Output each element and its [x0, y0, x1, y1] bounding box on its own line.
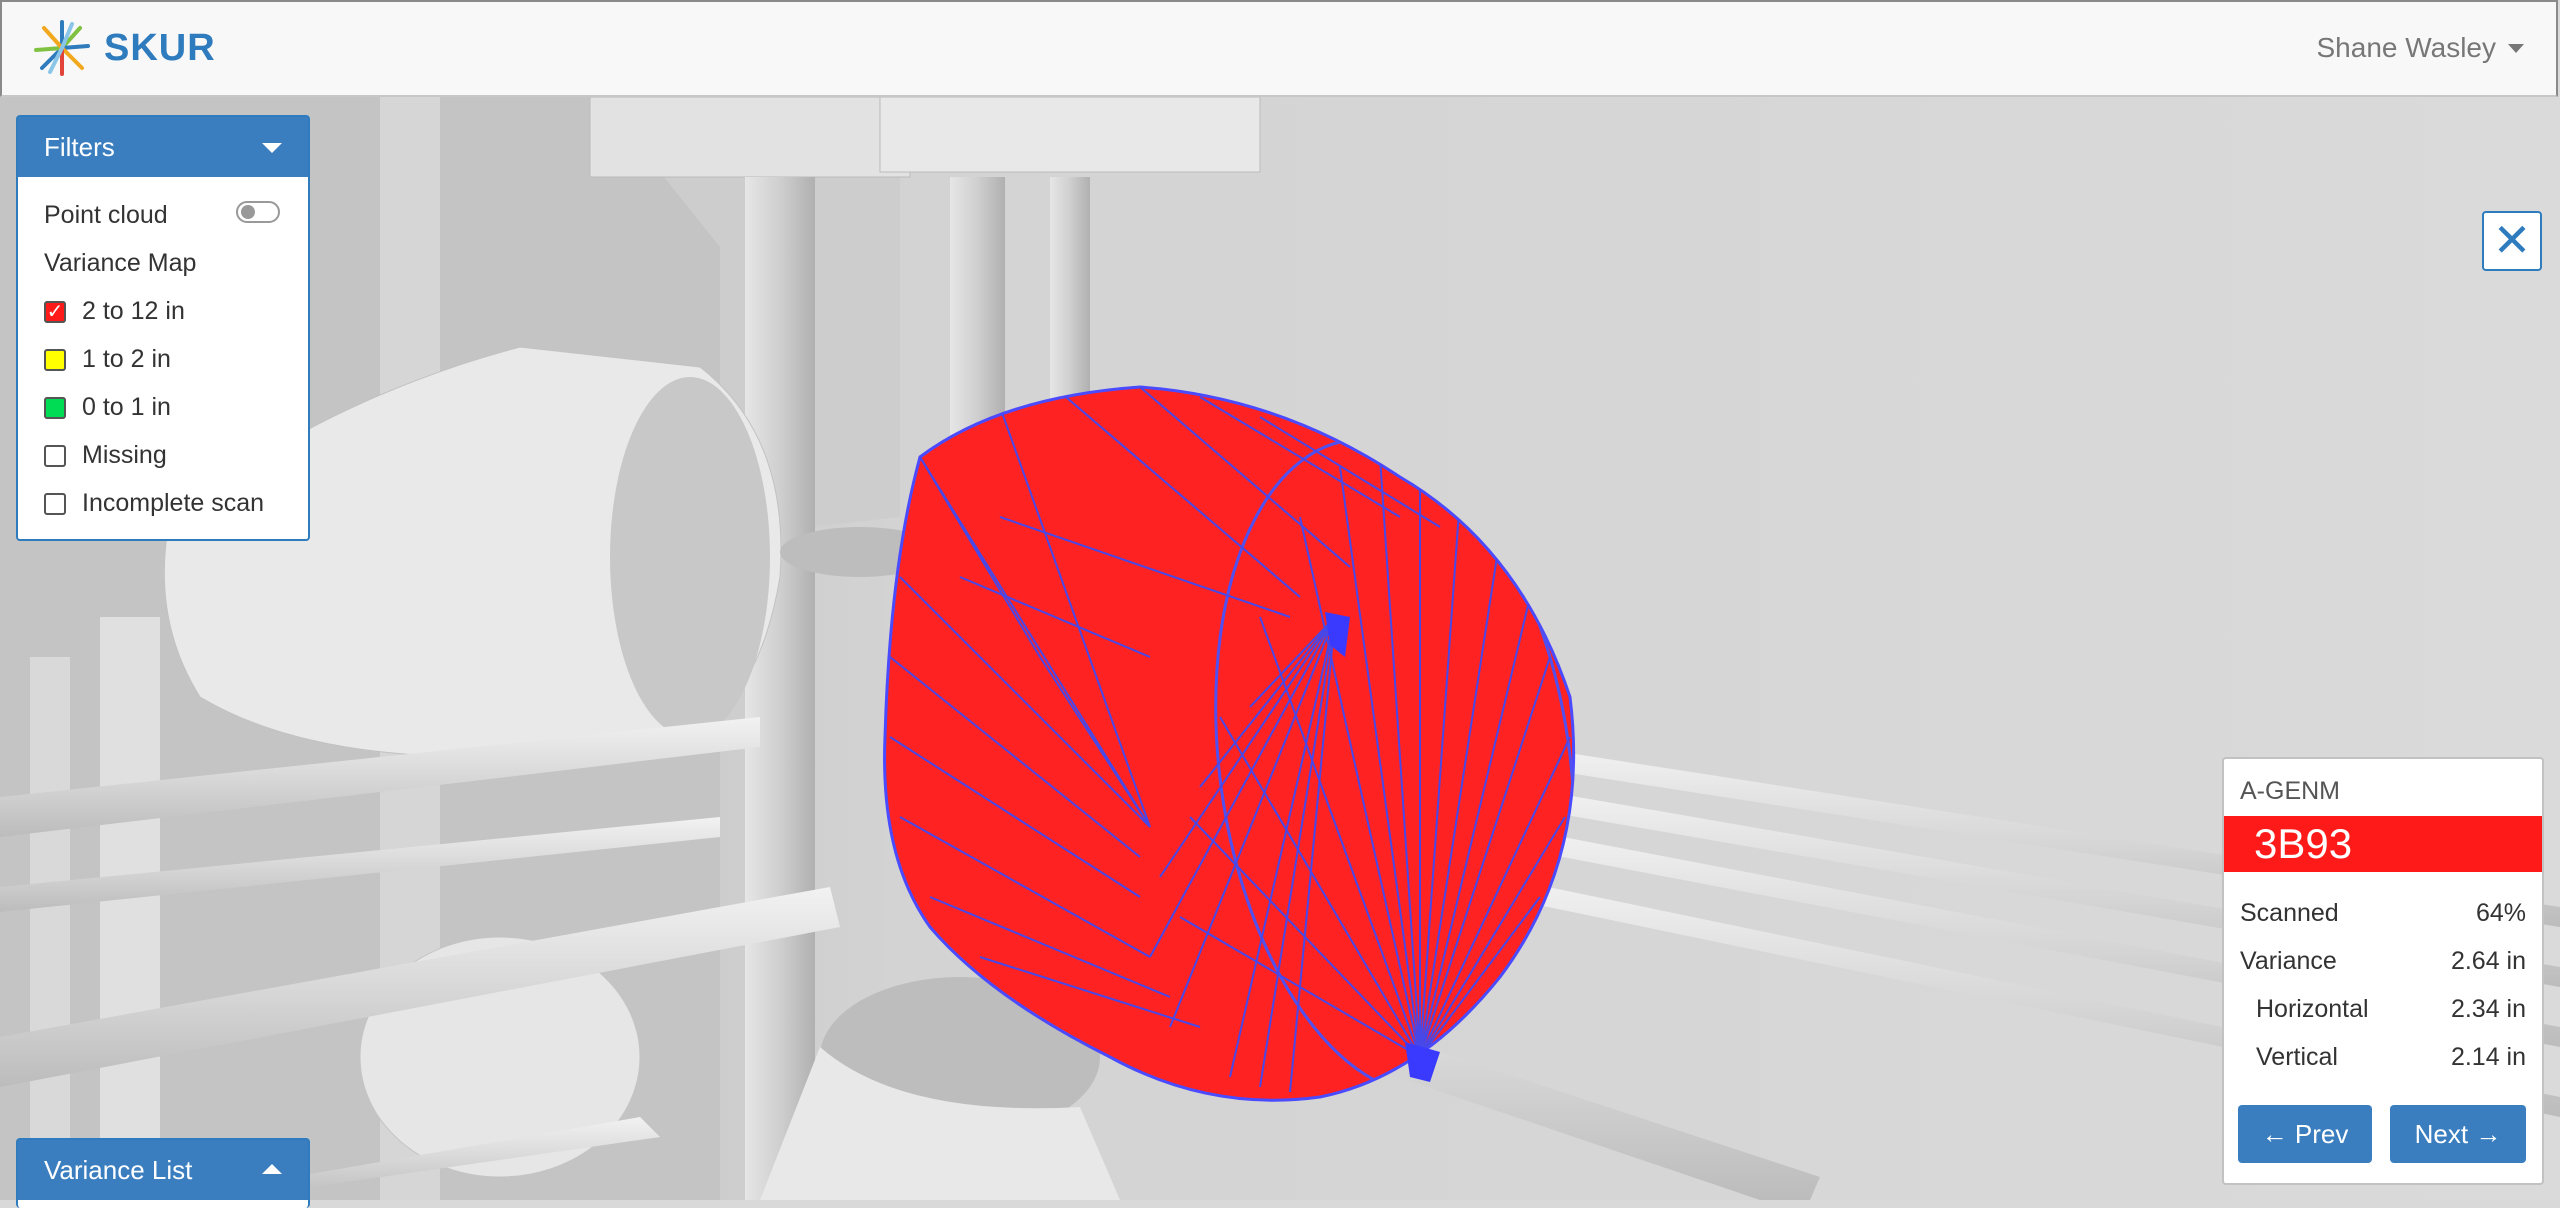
filter-label: 1 to 2 in [82, 345, 171, 373]
filter-option-1-2[interactable]: 1 to 2 in [44, 345, 171, 374]
user-menu[interactable]: Shane Wasley [2316, 32, 2524, 64]
filters-header[interactable]: Filters [18, 117, 308, 177]
filter-label: Missing [82, 441, 167, 469]
scanned-row: Scanned 64% [2240, 899, 2526, 928]
checkbox-2-12[interactable]: ✓ [44, 300, 66, 323]
vertical-row: Vertical 2.14 in [2256, 1043, 2526, 1072]
filter-label: 2 to 12 in [82, 297, 185, 325]
close-icon: ✕ [2492, 214, 2532, 266]
checkbox-missing[interactable] [44, 444, 66, 467]
filters-panel: Filters Point cloud Variance Map ✓ 2 to … [16, 115, 310, 541]
variance-map-label: Variance Map [44, 249, 197, 277]
cylinder-gray-end [610, 377, 770, 737]
vertical-pipe [100, 617, 160, 1200]
point-cloud-label: Point cloud [44, 201, 168, 229]
variance-row: Variance 2.64 in [2240, 947, 2526, 976]
vertical-label: Vertical [2256, 1043, 2338, 1071]
scanned-label: Scanned [2240, 899, 2339, 927]
variance-map-heading: Variance Map [44, 249, 196, 278]
brand-logo[interactable]: SKUR [32, 18, 216, 78]
vertical-value: 2.14 in [2450, 1043, 2526, 1071]
element-category: A-GENM [2240, 777, 2340, 805]
variance-value: 2.64 in [2450, 947, 2526, 975]
filter-option-incomplete[interactable]: Incomplete scan [44, 489, 264, 518]
skur-logo-icon [34, 20, 90, 76]
filter-option-2-12[interactable]: ✓ 2 to 12 in [44, 297, 185, 326]
point-cloud-toggle[interactable] [236, 201, 280, 223]
prev-button[interactable]: ← Prev [2238, 1105, 2372, 1163]
duct-box [589, 97, 911, 178]
filter-label: 0 to 1 in [82, 393, 171, 421]
horizontal-value: 2.34 in [2450, 995, 2526, 1023]
filter-label: Incomplete scan [82, 489, 265, 517]
filter-option-missing[interactable]: Missing [44, 441, 167, 470]
variance-label: Variance [2240, 947, 2337, 975]
next-button[interactable]: Next → [2390, 1105, 2526, 1163]
checkbox-1-2[interactable] [44, 348, 66, 371]
variance-list-header[interactable]: Variance List [18, 1140, 308, 1200]
variance-list-panel[interactable]: Variance List [16, 1138, 310, 1208]
user-name: Shane Wasley [2316, 32, 2497, 63]
scanned-value: 64% [2475, 899, 2526, 927]
filter-option-0-1[interactable]: 0 to 1 in [44, 393, 171, 422]
3d-viewport[interactable]: ✕ [0, 97, 2560, 1200]
top-navbar: SKUR Shane Wasley [0, 0, 2558, 97]
vertical-pipe [30, 657, 70, 1200]
caret-up-icon [262, 1164, 282, 1174]
element-info-card: A-GENM 3B93 Scanned 64% Variance 2.64 in… [2222, 757, 2544, 1185]
filters-title: Filters [44, 132, 115, 162]
horizontal-row: Horizontal 2.34 in [2256, 995, 2526, 1024]
toggle-knob [241, 205, 255, 219]
checkbox-0-1[interactable] [44, 396, 66, 419]
close-button[interactable]: ✕ [2482, 211, 2542, 271]
caret-down-icon [262, 143, 282, 153]
3d-scene [0, 97, 2560, 1200]
checkbox-incomplete[interactable] [44, 492, 66, 515]
variance-list-title: Variance List [44, 1155, 193, 1185]
horizontal-label: Horizontal [2256, 995, 2369, 1023]
duct-box [879, 97, 1261, 173]
brand-name: SKUR [104, 26, 216, 69]
vertical-pipe [745, 177, 815, 1200]
chevron-down-icon [2508, 43, 2524, 53]
element-id-badge: 3B93 [2224, 816, 2542, 872]
